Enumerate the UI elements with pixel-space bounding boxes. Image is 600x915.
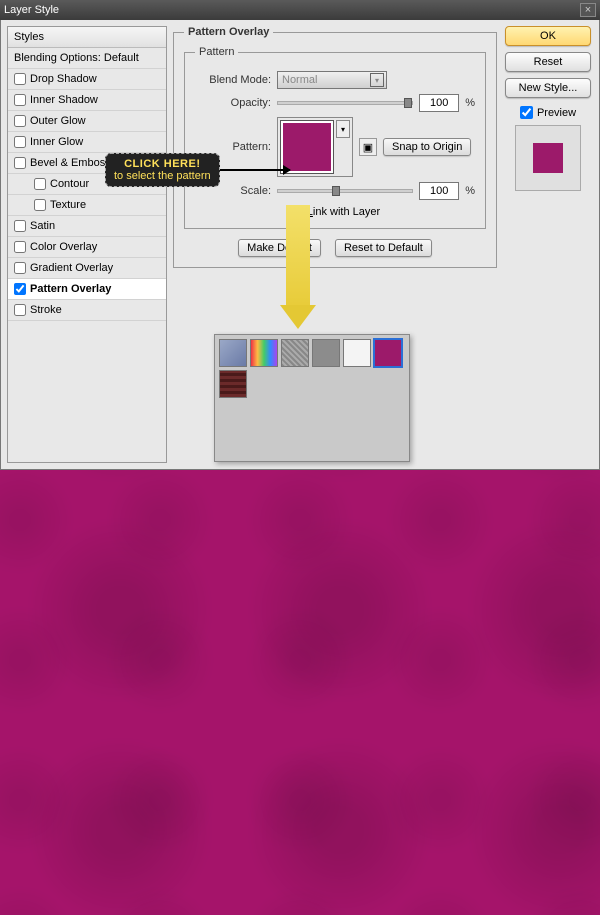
preview-row: Preview	[520, 106, 576, 119]
chevron-down-icon: ▾	[336, 120, 350, 138]
style-checkbox[interactable]	[14, 283, 26, 295]
style-item-stroke[interactable]: Stroke	[8, 300, 166, 321]
link-row: Link with Layer	[195, 205, 475, 218]
scale-pct: %	[465, 185, 475, 197]
inner-title: Pattern	[195, 46, 238, 58]
style-item-drop-shadow[interactable]: Drop Shadow	[8, 69, 166, 90]
scale-value[interactable]: 100	[419, 182, 459, 200]
snap-to-origin-button[interactable]: Snap to Origin	[383, 138, 471, 156]
pattern-label: Pattern:	[195, 141, 271, 153]
preview-swatch	[533, 143, 563, 173]
preview-checkbox[interactable]	[520, 106, 533, 119]
big-down-arrow-icon	[283, 205, 313, 335]
reset-default-button[interactable]: Reset to Default	[335, 239, 432, 257]
style-checkbox[interactable]	[14, 241, 26, 253]
ok-button[interactable]: OK	[505, 26, 591, 46]
right-column: OK Reset New Style... Preview	[503, 26, 593, 463]
preview-label: Preview	[537, 107, 576, 119]
close-icon[interactable]: ×	[580, 3, 596, 17]
style-checkbox[interactable]	[14, 94, 26, 106]
callout-box: CLICK HERE! to select the pattern	[105, 153, 220, 187]
style-label: Color Overlay	[30, 241, 97, 253]
style-item-gradient-overlay[interactable]: Gradient Overlay	[8, 258, 166, 279]
result-preview-image	[0, 470, 600, 915]
style-label: Outer Glow	[30, 115, 86, 127]
callout-annotation: CLICK HERE! to select the pattern	[105, 153, 290, 187]
pattern-thumb[interactable]	[312, 339, 340, 367]
style-item-outer-glow[interactable]: Outer Glow	[8, 111, 166, 132]
style-item-inner-glow[interactable]: Inner Glow	[8, 132, 166, 153]
opacity-slider[interactable]	[277, 101, 413, 105]
pattern-thumb[interactable]	[343, 339, 371, 367]
pattern-inner-group: Pattern Blend Mode: Normal ▾ Opacity: 10…	[184, 46, 486, 229]
style-checkbox[interactable]	[14, 262, 26, 274]
style-label: Satin	[30, 220, 55, 232]
group-title: Pattern Overlay	[184, 26, 273, 38]
scale-slider[interactable]	[277, 189, 413, 193]
opacity-pct: %	[465, 97, 475, 109]
style-item-texture[interactable]: Texture	[8, 195, 166, 216]
style-checkbox[interactable]	[14, 73, 26, 85]
callout-sub: to select the pattern	[114, 170, 211, 182]
style-item-satin[interactable]: Satin	[8, 216, 166, 237]
reset-button[interactable]: Reset	[505, 52, 591, 72]
style-checkbox[interactable]	[14, 304, 26, 316]
style-label: Contour	[50, 178, 89, 190]
style-label: Inner Glow	[30, 136, 83, 148]
pattern-picker-popup	[214, 334, 410, 462]
style-label: Drop Shadow	[30, 73, 97, 85]
style-checkbox[interactable]	[14, 220, 26, 232]
blending-options-row[interactable]: Blending Options: Default	[8, 48, 166, 69]
styles-panel: Styles Blending Options: Default Drop Sh…	[7, 26, 167, 463]
style-item-pattern-overlay[interactable]: Pattern Overlay	[8, 279, 166, 300]
style-label: Gradient Overlay	[30, 262, 113, 274]
blend-mode-combo[interactable]: Normal ▾	[277, 71, 387, 89]
default-buttons-row: Make Default Reset to Default	[184, 239, 486, 257]
pattern-thumb[interactable]	[374, 339, 402, 367]
style-checkbox[interactable]	[34, 199, 46, 211]
link-label: Link with Layer	[307, 206, 380, 218]
style-label: Pattern Overlay	[30, 283, 111, 295]
titlebar: Layer Style ×	[0, 0, 600, 20]
styles-header: Styles	[8, 27, 166, 48]
callout-header: CLICK HERE!	[114, 158, 211, 170]
pattern-thumb[interactable]	[250, 339, 278, 367]
chevron-down-icon: ▾	[370, 73, 384, 87]
preview-box	[515, 125, 581, 191]
pattern-thumb[interactable]	[219, 339, 247, 367]
new-style-button[interactable]: New Style...	[505, 78, 591, 98]
pattern-grid	[219, 339, 405, 398]
style-item-color-overlay[interactable]: Color Overlay	[8, 237, 166, 258]
style-checkbox[interactable]	[14, 157, 26, 169]
window-title: Layer Style	[4, 4, 59, 16]
dialog-body: Styles Blending Options: Default Drop Sh…	[0, 20, 600, 470]
style-label: Bevel & Emboss	[30, 157, 111, 169]
pattern-thumb[interactable]	[219, 370, 247, 398]
style-label: Texture	[50, 199, 86, 211]
arrow-icon	[220, 169, 290, 171]
style-label: Stroke	[30, 304, 62, 316]
blend-mode-label: Blend Mode:	[195, 74, 271, 86]
new-pattern-icon[interactable]: ▣	[359, 138, 377, 156]
opacity-value[interactable]: 100	[419, 94, 459, 112]
style-checkbox[interactable]	[34, 178, 46, 190]
pattern-overlay-group: Pattern Overlay Pattern Blend Mode: Norm…	[173, 26, 497, 268]
opacity-label: Opacity:	[195, 97, 271, 109]
blend-mode-row: Blend Mode: Normal ▾	[195, 71, 475, 89]
style-label: Inner Shadow	[30, 94, 98, 106]
opacity-row: Opacity: 100 %	[195, 94, 475, 112]
style-checkbox[interactable]	[14, 115, 26, 127]
style-checkbox[interactable]	[14, 136, 26, 148]
pattern-thumb[interactable]	[281, 339, 309, 367]
style-item-inner-shadow[interactable]: Inner Shadow	[8, 90, 166, 111]
